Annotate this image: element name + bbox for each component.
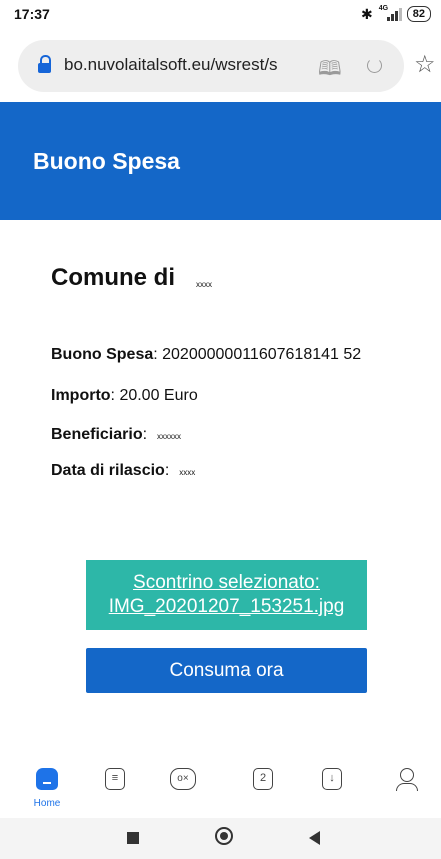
url-text[interactable]: bo.nuvolaitalsoft.eu/wsrest/s [64, 55, 278, 75]
back-icon[interactable] [309, 831, 320, 845]
receipt-label: Scontrino selezionato: [133, 572, 320, 593]
lock-icon [38, 55, 51, 74]
receipt-filename: IMG_20201207_153251.jpg [108, 596, 345, 617]
rilascio-separator: : [164, 462, 170, 479]
address-bar[interactable]: bo.nuvolaitalsoft.eu/wsrest/s 🕮 [18, 40, 404, 92]
browser-bottom-nav: Home ≡ o× 2 ↓ [0, 758, 441, 818]
bluetooth-icon: ✱ [361, 5, 373, 22]
consume-now-button[interactable]: Consuma ora [86, 648, 367, 693]
buono-label: Buono Spesa [51, 346, 154, 363]
importo-label: Importo [51, 387, 111, 404]
nav-reading-list[interactable]: ≡ [96, 768, 136, 814]
address-bar-row: bo.nuvolaitalsoft.eu/wsrest/s 🕮 ☆ [0, 40, 441, 92]
nav-games[interactable]: o× [164, 768, 204, 814]
rilascio-value: xxxx [179, 468, 196, 477]
reload-icon[interactable] [367, 58, 382, 73]
battery-indicator: 82 [406, 6, 431, 22]
home-label: Home [33, 798, 61, 809]
gamepad-icon: o× [170, 768, 196, 790]
importo-row: Importo: 20.00 Euro [51, 387, 198, 405]
buono-row: Buono Spesa: 20200000011607618141 52 [51, 346, 361, 364]
beneficiario-separator: : [142, 426, 148, 443]
buono-value: : 20200000011607618141 52 [153, 346, 362, 363]
reader-mode-icon[interactable]: 🕮 [318, 54, 342, 88]
nav-downloads[interactable]: ↓ [313, 768, 353, 814]
comune-name: xxxx [196, 280, 212, 289]
status-bar: 17:37 ✱ 4G 82 [0, 0, 441, 28]
rilascio-row: Data di rilascio: xxxx [51, 462, 195, 480]
selected-receipt-button[interactable]: Scontrino selezionato: IMG_20201207_1532… [86, 560, 367, 630]
profile-icon-shoulders [396, 783, 418, 791]
signal-icon: 4G [378, 5, 402, 21]
download-folder-icon: ↓ [322, 768, 342, 790]
document-list-icon: ≡ [105, 768, 125, 790]
comune-heading: Comune di [51, 264, 175, 291]
recents-icon[interactable] [127, 832, 139, 844]
nav-profile[interactable] [388, 768, 428, 814]
system-nav-bar [0, 818, 441, 859]
importo-value: : 20.00 Euro [110, 387, 198, 404]
tabs-count-icon: 2 [253, 768, 273, 790]
bookmark-star-icon[interactable]: ☆ [414, 50, 436, 79]
status-icons: ✱ 4G 82 [361, 5, 431, 23]
home-icon [36, 768, 58, 790]
nav-tabs[interactable]: 2 [244, 768, 284, 814]
beneficiario-row: Beneficiario: xxxxxx [51, 426, 181, 444]
rilascio-label: Data di rilascio [51, 462, 165, 479]
beneficiario-label: Beneficiario [51, 426, 143, 443]
home-button-icon[interactable] [215, 827, 233, 845]
app-header: Buono Spesa [0, 102, 441, 220]
page-title: Buono Spesa [33, 148, 180, 174]
status-time: 17:37 [14, 6, 50, 22]
beneficiario-value: xxxxxx [157, 432, 182, 441]
network-type: 4G [378, 5, 389, 12]
screen: 17:37 ✱ 4G 82 bo.nuvolaitalsoft.eu/wsres… [0, 0, 441, 859]
profile-icon [400, 768, 414, 782]
nav-home[interactable]: Home [27, 768, 67, 814]
